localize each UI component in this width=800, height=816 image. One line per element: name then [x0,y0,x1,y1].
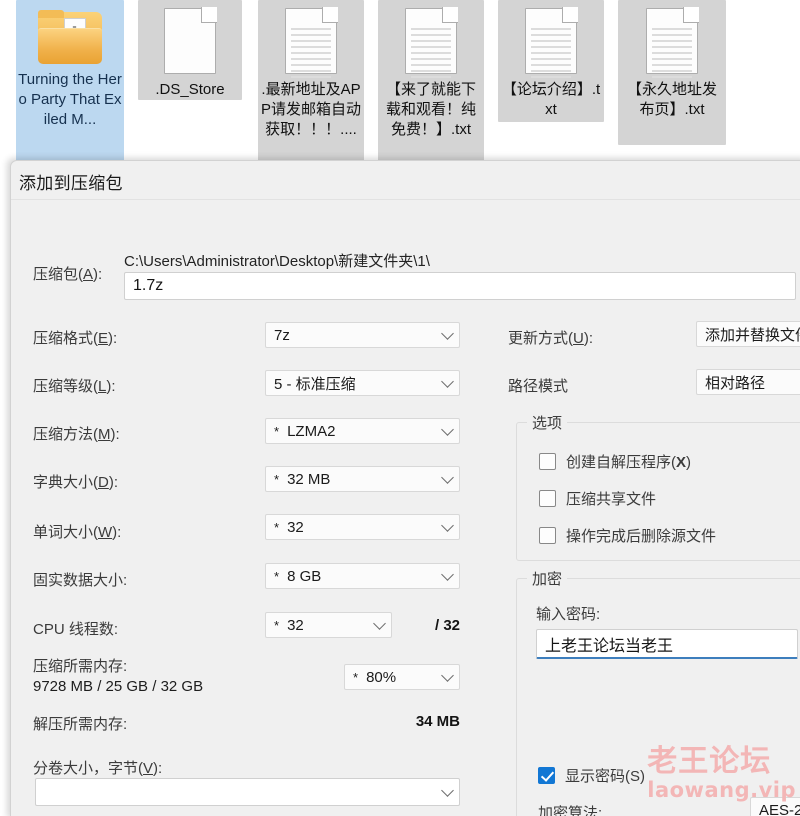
checkbox-label: 操作完成后删除源文件 [566,528,717,545]
checkbox-delete-after[interactable]: 操作完成后删除源文件 [539,525,716,546]
password-input[interactable]: 上老王论坛当老王 [536,629,798,659]
format-value: 7z [274,326,290,344]
word-size-label: 单词大小(W): [33,524,122,541]
folder-icon [38,10,102,64]
explorer-file-grid: Turning the Hero Party That Exiled M... … [0,0,800,170]
file-label: 【论坛介绍】.txt [501,81,601,118]
chevron-down-icon [373,617,386,630]
dictionary-combo[interactable]: * 32 MB [265,466,460,492]
memory-usage-value: 80% [366,668,397,686]
cpu-threads-label: CPU 线程数: [33,621,119,638]
checkbox-label: 压缩共享文件 [566,491,657,508]
checkbox-box[interactable] [538,767,555,784]
path-mode-label: 路径模式 [508,378,569,395]
checkbox-box[interactable] [539,453,556,470]
checkbox-box[interactable] [539,527,556,544]
file-label: .DS_Store [155,81,225,98]
chevron-down-icon [441,327,454,340]
document-icon [646,7,699,78]
memory-extract-label: 解压所需内存: [33,716,128,733]
file-tile-latest-address[interactable]: .最新地址及APP请发邮箱自动获取！！！.... [258,0,364,165]
checkbox-box[interactable] [539,490,556,507]
screen: Turning the Hero Party That Exiled M... … [0,0,800,816]
word-size-combo[interactable]: * 32 [265,514,460,540]
memory-compress-label: 压缩所需内存: [33,658,128,675]
chevron-down-icon [441,375,454,388]
document-icon [164,7,217,74]
path-mode-value: 相对路径 [705,374,766,392]
checkbox-label: 创建自解压程序(X) [566,454,692,471]
method-star: * [274,423,280,439]
checkbox-label: 显示密码(S) [565,768,646,785]
archive-label: 压缩包(A): [33,266,103,283]
cpu-threads-value: 32 [287,616,304,634]
volume-size-combo[interactable] [35,778,460,806]
volume-size-label: 分卷大小，字节(V): [33,760,163,777]
archive-name-input[interactable]: 1.7z [124,272,796,300]
path-mode-combo[interactable]: 相对路径 [696,369,800,395]
password-label: 输入密码: [536,606,601,623]
dictionary-star: * [274,471,280,487]
encryption-algorithm-label: 加密算法: [538,805,603,816]
cpu-threads-combo[interactable]: * 32 [265,612,392,638]
file-tile-folder[interactable]: Turning the Hero Party That Exiled M... [16,0,124,165]
update-mode-combo[interactable]: 添加并替换文件 [696,321,800,347]
level-label: 压缩等级(L): [33,378,116,395]
file-label: 【来了就能下载和观看！纯免费！】.txt [385,81,476,138]
cpu-threads-star: * [274,617,280,633]
document-icon [405,7,458,78]
file-tile-forum-intro[interactable]: 【论坛介绍】.txt [498,0,604,122]
chevron-down-icon [441,471,454,484]
archive-path-text: C:\Users\Administrator\Desktop\新建文件夹\1\ [124,253,430,270]
solid-block-star: * [274,568,280,584]
solid-block-combo[interactable]: * 8 GB [265,563,460,589]
word-size-value: 32 [287,518,304,536]
update-mode-label: 更新方式(U): [508,330,594,347]
chevron-down-icon [441,784,454,797]
encryption-algorithm-value: AES-25 [759,801,800,816]
level-combo[interactable]: 5 - 标准压缩 [265,370,460,396]
level-value: 5 - 标准压缩 [274,375,356,393]
encryption-group-title: 加密 [527,568,568,589]
method-combo[interactable]: * LZMA2 [265,418,460,444]
dialog-title: 添加到压缩包 [19,174,123,193]
file-label: .最新地址及APP请发邮箱自动获取！！！.... [260,81,361,138]
format-label: 压缩格式(E): [33,330,118,347]
memory-usage-star: * [353,669,359,685]
solid-block-label: 固实数据大小: [33,572,128,589]
method-label: 压缩方法(M): [33,426,120,443]
chevron-down-icon [441,519,454,532]
checkbox-compress-shared[interactable]: 压缩共享文件 [539,488,656,509]
add-to-archive-dialog: 添加到压缩包 压缩包(A): C:\Users\Administrator\De… [10,160,800,816]
file-tile-free-download[interactable]: 【来了就能下载和观看！纯免费！】.txt [378,0,484,165]
dictionary-value: 32 MB [287,470,331,488]
chevron-down-icon [441,568,454,581]
options-group-title: 选项 [527,412,568,433]
dialog-body: 压缩包(A): C:\Users\Administrator\Desktop\新… [11,199,800,816]
checkbox-create-sfx[interactable]: 创建自解压程序(X) [539,451,691,472]
document-icon [525,7,578,78]
checkbox-show-password[interactable]: 显示密码(S) [538,765,645,786]
memory-extract-value: 34 MB [415,713,460,730]
chevron-down-icon [441,423,454,436]
update-mode-value: 添加并替换文件 [705,326,800,344]
format-combo[interactable]: 7z [265,322,460,348]
encryption-algorithm-combo[interactable]: AES-25 [750,797,800,816]
dialog-titlebar[interactable]: 添加到压缩包 [11,161,800,199]
file-tile-ds-store[interactable]: .DS_Store [138,0,242,100]
memory-compress-value: 9728 MB / 25 GB / 32 GB [33,678,204,695]
file-tile-permanent-address[interactable]: 【永久地址发布页】.txt [618,0,726,145]
method-value: LZMA2 [287,422,336,440]
cpu-threads-total: / 32 [435,617,461,634]
document-icon [285,7,338,78]
dictionary-label: 字典大小(D): [33,474,119,491]
chevron-down-icon [441,669,454,682]
file-label: Turning the Hero Party That Exiled M... [18,71,122,128]
memory-usage-combo[interactable]: * 80% [344,664,460,690]
file-label: 【永久地址发布页】.txt [626,81,717,118]
word-size-star: * [274,519,280,535]
solid-block-value: 8 GB [287,567,322,585]
